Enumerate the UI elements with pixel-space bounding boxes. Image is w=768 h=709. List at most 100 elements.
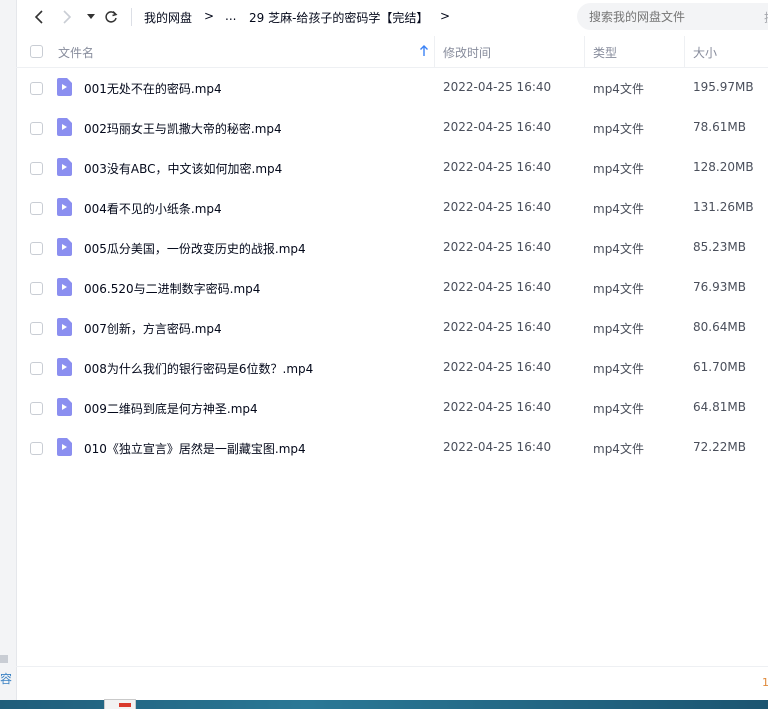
file-type: mp4文件	[593, 402, 644, 416]
history-dropdown-button[interactable]	[82, 8, 100, 26]
row-checkbox[interactable]	[30, 242, 43, 255]
column-header-size[interactable]: 大小	[693, 44, 717, 61]
file-type: mp4文件	[593, 282, 644, 296]
file-size: 76.93MB	[693, 280, 746, 294]
column-divider[interactable]	[434, 36, 435, 67]
row-checkbox[interactable]	[30, 202, 43, 215]
sidebar-hint-text[interactable]: 容	[0, 670, 14, 687]
sidebar-marker	[0, 655, 8, 663]
file-size: 78.61MB	[693, 120, 746, 134]
video-file-icon	[57, 278, 72, 296]
refresh-button[interactable]	[102, 8, 120, 26]
file-name[interactable]: 003没有ABC，中文该如何加密.mp4	[84, 160, 282, 177]
file-size: 61.70MB	[693, 360, 746, 374]
file-size: 131.26MB	[693, 200, 754, 214]
video-file-icon	[57, 438, 72, 456]
file-name[interactable]: 007创新，方言密码.mp4	[84, 320, 222, 337]
footer-divider	[16, 666, 768, 667]
table-row[interactable]: 010《独立宣言》居然是一副藏宝图.mp4 2022-04-25 16:40 m…	[16, 427, 768, 467]
file-size: 80.64MB	[693, 320, 746, 334]
taskbar-app-thumbnail[interactable]	[104, 699, 136, 709]
sort-ascending-icon[interactable]	[419, 45, 429, 57]
video-file-icon	[57, 198, 72, 216]
breadcrumb-separator: >	[204, 9, 215, 23]
table-row[interactable]: 008为什么我们的银行密码是6位数？.mp4 2022-04-25 16:40 …	[16, 347, 768, 387]
file-modified-time: 2022-04-25 16:40	[443, 360, 552, 374]
row-checkbox[interactable]	[30, 322, 43, 335]
file-name[interactable]: 001无处不在的密码.mp4	[84, 80, 222, 97]
sidebar-edge: 容	[0, 0, 17, 700]
file-modified-time: 2022-04-25 16:40	[443, 280, 552, 294]
file-name[interactable]: 002玛丽女王与凯撒大帝的秘密.mp4	[84, 120, 282, 137]
file-type: mp4文件	[593, 442, 644, 456]
file-type: mp4文件	[593, 122, 644, 136]
table-row[interactable]: 002玛丽女王与凯撒大帝的秘密.mp4 2022-04-25 16:40 mp4…	[16, 107, 768, 147]
file-type: mp4文件	[593, 362, 644, 376]
file-size: 195.97MB	[693, 80, 754, 94]
file-modified-time: 2022-04-25 16:40	[443, 440, 552, 454]
column-divider[interactable]	[684, 36, 685, 67]
video-file-icon	[57, 78, 72, 96]
breadcrumb-separator[interactable]: >	[440, 9, 450, 23]
file-name[interactable]: 010《独立宣言》居然是一副藏宝图.mp4	[84, 440, 306, 457]
chevron-left-icon	[34, 10, 43, 24]
file-name[interactable]: 008为什么我们的银行密码是6位数？.mp4	[84, 360, 313, 377]
video-file-icon	[57, 158, 72, 176]
file-size: 128.20MB	[693, 160, 754, 174]
breadcrumb-root[interactable]: 我的网盘	[144, 9, 192, 26]
column-header-name[interactable]: 文件名	[58, 44, 94, 61]
file-size: 72.22MB	[693, 440, 746, 454]
column-header-type[interactable]: 类型	[593, 44, 617, 61]
table-row[interactable]: 004看不见的小纸条.mp4 2022-04-25 16:40 mp4文件 13…	[16, 187, 768, 227]
file-name[interactable]: 005瓜分美国，一份改变历史的战报.mp4	[84, 240, 306, 257]
nav-divider	[131, 8, 132, 26]
file-modified-time: 2022-04-25 16:40	[443, 160, 552, 174]
back-button[interactable]	[30, 8, 48, 26]
table-row[interactable]: 007创新，方言密码.mp4 2022-04-25 16:40 mp4文件 80…	[16, 307, 768, 347]
video-file-icon	[57, 118, 72, 136]
row-checkbox[interactable]	[30, 162, 43, 175]
video-file-icon	[57, 238, 72, 256]
table-row[interactable]: 001无处不在的密码.mp4 2022-04-25 16:40 mp4文件 19…	[16, 67, 768, 107]
refresh-icon	[105, 10, 118, 23]
video-file-icon	[57, 318, 72, 336]
table-row[interactable]: 006.520与二进制数字密码.mp4 2022-04-25 16:40 mp4…	[16, 267, 768, 307]
app-thumbnail-accent	[119, 703, 131, 707]
row-checkbox[interactable]	[30, 82, 43, 95]
file-size: 64.81MB	[693, 400, 746, 414]
footer-count-fragment: 1	[762, 676, 768, 689]
file-type: mp4文件	[593, 162, 644, 176]
file-type: mp4文件	[593, 202, 644, 216]
table-row[interactable]: 009二维码到底是何方神圣.mp4 2022-04-25 16:40 mp4文件…	[16, 387, 768, 427]
breadcrumb-current-folder[interactable]: 29 芝麻-给孩子的密码学【完结】	[249, 9, 428, 26]
column-divider[interactable]	[584, 36, 585, 67]
file-modified-time: 2022-04-25 16:40	[443, 120, 552, 134]
file-name[interactable]: 004看不见的小纸条.mp4	[84, 200, 222, 217]
file-list: 001无处不在的密码.mp4 2022-04-25 16:40 mp4文件 19…	[16, 67, 768, 467]
row-checkbox[interactable]	[30, 282, 43, 295]
file-modified-time: 2022-04-25 16:40	[443, 80, 552, 94]
table-row[interactable]: 003没有ABC，中文该如何加密.mp4 2022-04-25 16:40 mp…	[16, 147, 768, 187]
chevron-right-icon	[63, 10, 72, 24]
search-input[interactable]	[577, 3, 768, 30]
file-modified-time: 2022-04-25 16:40	[443, 200, 552, 214]
row-checkbox[interactable]	[30, 442, 43, 455]
file-type: mp4文件	[593, 82, 644, 96]
search-button-label[interactable]: 搜	[764, 9, 768, 26]
breadcrumb-ellipsis[interactable]: ...	[225, 9, 236, 23]
row-checkbox[interactable]	[30, 122, 43, 135]
row-checkbox[interactable]	[30, 362, 43, 375]
file-type: mp4文件	[593, 242, 644, 256]
caret-down-icon	[87, 14, 95, 19]
row-checkbox[interactable]	[30, 402, 43, 415]
column-header-modified[interactable]: 修改时间	[443, 44, 491, 61]
video-file-icon	[57, 358, 72, 376]
select-all-checkbox[interactable]	[30, 45, 43, 58]
top-navigation: 我的网盘 > ... 29 芝麻-给孩子的密码学【完结】 > 搜	[16, 0, 768, 35]
file-name[interactable]: 006.520与二进制数字密码.mp4	[84, 280, 260, 297]
file-name[interactable]: 009二维码到底是何方神圣.mp4	[84, 400, 258, 417]
forward-button[interactable]	[58, 8, 76, 26]
file-modified-time: 2022-04-25 16:40	[443, 400, 552, 414]
table-row[interactable]: 005瓜分美国，一份改变历史的战报.mp4 2022-04-25 16:40 m…	[16, 227, 768, 267]
file-type: mp4文件	[593, 322, 644, 336]
